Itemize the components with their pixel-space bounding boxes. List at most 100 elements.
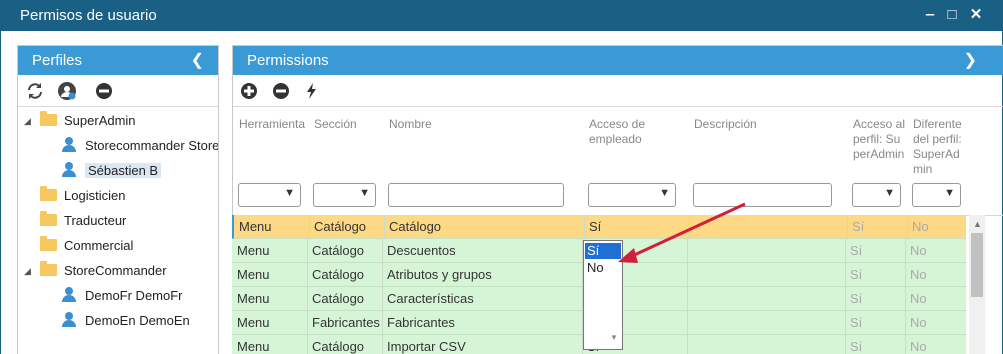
tree-item-traducteur[interactable]: Traducteur bbox=[40, 209, 126, 233]
tree-item-commercial[interactable]: Commercial bbox=[40, 234, 133, 258]
close-icon[interactable]: ✕ bbox=[966, 5, 986, 25]
filter-descripcion[interactable] bbox=[693, 183, 832, 207]
cell-seccion: Fabricantes bbox=[312, 315, 380, 330]
tree-label: DemoFr DemoFr bbox=[85, 288, 183, 303]
remove-icon[interactable] bbox=[272, 82, 290, 100]
column-divider bbox=[382, 239, 383, 263]
user-icon bbox=[62, 137, 76, 153]
permissions-toolbar bbox=[233, 75, 1003, 107]
col-header-acceso[interactable]: Acceso de empleado bbox=[589, 117, 669, 147]
add-icon[interactable] bbox=[240, 82, 258, 100]
window-title: Permisos de usuario bbox=[20, 7, 157, 24]
cell-diferente: No bbox=[910, 243, 927, 258]
cell-acceso-perfil: Sí bbox=[852, 219, 865, 234]
folder-icon bbox=[40, 210, 57, 226]
filter-herramienta[interactable]: ▼ bbox=[238, 183, 301, 207]
collapse-right-icon[interactable]: ❯ bbox=[964, 46, 977, 75]
filter-acceso-perfil[interactable]: ▼ bbox=[852, 183, 901, 207]
maximize-icon[interactable]: □ bbox=[942, 5, 962, 25]
access-dropdown-list[interactable]: Sí No ▼ bbox=[583, 240, 623, 350]
col-header-herramienta[interactable]: Herramienta bbox=[239, 117, 311, 132]
cell-nombre: Importar CSV bbox=[387, 339, 466, 354]
chevron-down-icon: ▼ bbox=[944, 187, 955, 199]
filter-nombre[interactable] bbox=[388, 183, 564, 207]
cell-herramienta: Menu bbox=[239, 219, 272, 234]
tree-item-user-demofr[interactable]: DemoFr DemoFr bbox=[62, 284, 183, 308]
column-divider bbox=[845, 263, 846, 287]
tree-label: DemoEn DemoEn bbox=[85, 313, 190, 328]
column-divider bbox=[845, 335, 846, 354]
column-divider bbox=[845, 239, 846, 263]
scroll-up-icon[interactable]: ▲ bbox=[973, 219, 982, 229]
tree-item-user-sebastien[interactable]: Sébastien B bbox=[62, 159, 162, 183]
user-settings-icon[interactable] bbox=[57, 81, 77, 101]
tree-item-user-demoen[interactable]: DemoEn DemoEn bbox=[62, 309, 190, 333]
column-divider bbox=[382, 263, 383, 287]
cell-nombre: Catálogo bbox=[389, 219, 442, 234]
tree-item-storecommander[interactable]: ◢ StoreCommander bbox=[24, 259, 167, 283]
refresh-icon[interactable] bbox=[26, 82, 44, 100]
cell-seccion: Catálogo bbox=[312, 291, 365, 306]
caret-down-icon[interactable]: ◢ bbox=[24, 109, 31, 133]
lightning-icon[interactable] bbox=[303, 82, 321, 100]
minimize-icon[interactable]: ‒ bbox=[920, 5, 940, 25]
tree-item-superadmin[interactable]: ◢ SuperAdmin bbox=[24, 109, 136, 133]
column-divider bbox=[905, 263, 906, 287]
cell-seccion: Catálogo bbox=[312, 267, 365, 282]
scrollbar-thumb[interactable] bbox=[971, 233, 983, 297]
filter-acceso[interactable]: ▼ bbox=[588, 183, 676, 207]
dropdown-option-si[interactable]: Sí bbox=[585, 243, 621, 259]
column-divider bbox=[845, 311, 846, 335]
tree-label: Logisticien bbox=[64, 188, 126, 203]
col-header-diferente[interactable]: Diferente del perfil: SuperAdmin bbox=[913, 117, 969, 177]
cell-nombre: Atributos y grupos bbox=[387, 267, 492, 282]
permissions-title: Permissions bbox=[247, 52, 329, 69]
column-divider bbox=[847, 215, 848, 239]
column-divider bbox=[382, 311, 383, 335]
tree-item-user-storecommander[interactable]: Storecommander Store bbox=[62, 134, 219, 158]
profiles-toolbar bbox=[18, 75, 218, 107]
filter-diferente[interactable]: ▼ bbox=[912, 183, 961, 207]
cell-descripcion bbox=[687, 239, 845, 263]
column-divider bbox=[905, 287, 906, 311]
cell-descripcion bbox=[687, 335, 845, 354]
tree-label: Storecommander Store bbox=[85, 138, 219, 153]
filter-seccion[interactable]: ▼ bbox=[313, 183, 376, 207]
cell-acceso-perfil: Sí bbox=[850, 243, 863, 258]
chevron-down-icon: ▼ bbox=[884, 187, 895, 199]
column-divider bbox=[584, 215, 585, 239]
cell-diferente: No bbox=[910, 291, 927, 306]
user-icon bbox=[62, 312, 76, 328]
table-row[interactable]: Menu Catálogo Catálogo Sí Sí No bbox=[232, 215, 966, 239]
tree-label: SuperAdmin bbox=[64, 113, 136, 128]
tree-item-logisticien[interactable]: Logisticien bbox=[40, 184, 125, 208]
cell-acceso[interactable]: Sí bbox=[584, 215, 689, 239]
column-divider bbox=[689, 215, 690, 239]
grid-header: Herramienta Sección Nombre Acceso de emp… bbox=[233, 107, 1003, 216]
profiles-title: Perfiles bbox=[32, 52, 83, 69]
dropdown-option-no[interactable]: No bbox=[585, 260, 621, 276]
scroll-down-icon[interactable]: ▼ bbox=[610, 333, 618, 342]
cell-acceso-perfil: Sí bbox=[850, 267, 863, 282]
caret-down-icon[interactable]: ◢ bbox=[24, 259, 31, 283]
remove-profile-icon[interactable] bbox=[95, 82, 113, 100]
cell-acceso-perfil: Sí bbox=[850, 339, 863, 354]
col-header-acceso-perfil[interactable]: Acceso al perfil: SuperAdmin bbox=[853, 117, 907, 162]
col-header-descripcion[interactable]: Descripción bbox=[694, 117, 757, 132]
cell-herramienta: Menu bbox=[237, 291, 270, 306]
cell-descripcion bbox=[689, 215, 847, 239]
col-header-nombre[interactable]: Nombre bbox=[389, 117, 432, 132]
collapse-left-icon[interactable]: ❮ bbox=[191, 46, 204, 75]
col-header-seccion[interactable]: Sección bbox=[314, 117, 357, 132]
cell-nombre: Fabricantes bbox=[387, 315, 455, 330]
permissions-header: Permissions ❯ bbox=[233, 46, 1003, 75]
chevron-down-icon: ▼ bbox=[359, 187, 370, 199]
column-divider bbox=[687, 287, 688, 311]
cell-descripcion bbox=[687, 287, 845, 311]
cell-diferente: No bbox=[910, 315, 927, 330]
cell-seccion: Catálogo bbox=[312, 339, 365, 354]
cell-seccion: Catálogo bbox=[312, 243, 365, 258]
cell-nombre: Descuentos bbox=[387, 243, 456, 258]
grid-scrollbar[interactable]: ▲ bbox=[969, 215, 985, 354]
tree-label: StoreCommander bbox=[64, 263, 167, 278]
